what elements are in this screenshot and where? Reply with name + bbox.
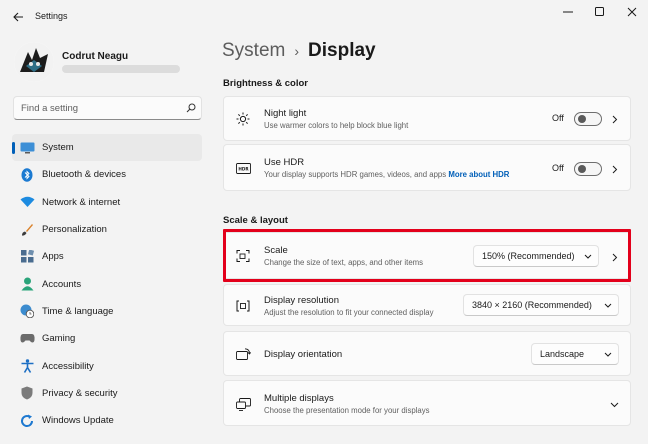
hdr-state: Off — [552, 163, 564, 173]
resolution-icon — [235, 298, 251, 314]
breadcrumb: System › Display — [222, 40, 376, 62]
sidebar-item-apps[interactable]: Apps — [12, 243, 202, 270]
chevron-down-icon — [598, 303, 618, 308]
chevron-down-icon — [598, 352, 618, 357]
sidebar-item-time-language[interactable]: Time & language — [12, 298, 202, 325]
sidebar-item-label: Bluetooth & devices — [42, 169, 126, 181]
chevron-right-icon[interactable] — [610, 164, 620, 174]
globe-clock-icon — [19, 303, 35, 319]
system-icon — [19, 140, 35, 156]
window-controls — [552, 0, 648, 24]
orientation-title: Display orientation — [264, 349, 343, 360]
hdr-row[interactable]: HDR Use HDR Your display supports HDR ga… — [223, 144, 631, 191]
orientation-dropdown[interactable]: Landscape — [531, 343, 619, 365]
title-bar: Settings — [0, 0, 648, 34]
search-icon[interactable] — [181, 103, 201, 113]
apps-icon — [19, 249, 35, 265]
display-orientation-row[interactable]: Display orientation Landscape — [223, 331, 631, 376]
orientation-icon — [235, 346, 251, 362]
multiple-displays-desc: Choose the presentation mode for your di… — [264, 406, 430, 415]
sidebar-item-network[interactable]: Network & internet — [12, 189, 202, 216]
bluetooth-icon — [19, 167, 35, 183]
search-box[interactable]: Find a setting — [13, 96, 202, 120]
breadcrumb-parent[interactable]: System — [222, 40, 285, 62]
svg-text:HDR: HDR — [238, 166, 249, 171]
highlight-box — [223, 229, 631, 282]
sidebar-item-label: Accessibility — [42, 360, 94, 372]
app-title: Settings — [35, 11, 68, 21]
sidebar-item-label: Time & language — [42, 305, 114, 317]
accessibility-icon — [19, 358, 35, 374]
night-light-desc: Use warmer colors to help block blue lig… — [264, 121, 409, 130]
sidebar-item-privacy[interactable]: Privacy & security — [12, 380, 202, 407]
night-light-state: Off — [552, 113, 564, 123]
sidebar-item-label: Gaming — [42, 333, 76, 345]
sidebar-item-label: Windows Update — [42, 415, 114, 427]
back-arrow-icon — [12, 12, 23, 22]
sidebar-item-windows-update[interactable]: Windows Update — [12, 407, 202, 434]
sidebar-item-bluetooth[interactable]: Bluetooth & devices — [12, 161, 202, 188]
user-email-redacted — [62, 65, 180, 73]
shield-icon — [19, 385, 35, 401]
page-title: Display — [308, 40, 376, 61]
maximize-button[interactable] — [584, 0, 616, 24]
close-icon — [627, 7, 637, 17]
hdr-icon: HDR — [235, 160, 251, 176]
multiple-displays-icon — [235, 396, 251, 412]
sidebar-item-gaming[interactable]: Gaming — [12, 325, 202, 352]
sidebar-item-label: Accounts — [42, 278, 82, 290]
resolution-value: 3840 × 2160 (Recommended) — [472, 300, 592, 310]
multiple-displays-row[interactable]: Multiple displays Choose the presentatio… — [223, 380, 631, 426]
minimize-icon — [563, 11, 573, 13]
sidebar-item-personalization[interactable]: Personalization — [12, 216, 202, 243]
sidebar-item-accounts[interactable]: Accounts — [12, 270, 202, 297]
multiple-displays-title: Multiple displays — [264, 393, 334, 404]
accounts-icon — [19, 276, 35, 292]
hdr-desc: Your display supports HDR games, videos,… — [264, 170, 447, 179]
sidebar-item-label: Network & internet — [42, 196, 121, 208]
breadcrumb-separator: › — [294, 43, 300, 59]
sidebar-item-system[interactable]: System — [12, 134, 202, 162]
user-name: Codrut Neagu — [62, 51, 129, 62]
section-title-brightness: Brightness & color — [223, 78, 308, 89]
sidebar-item-label: Privacy & security — [42, 387, 118, 399]
sidebar-item-label: Apps — [42, 251, 64, 263]
hdr-desc-row: Your display supports HDR games, videos,… — [264, 170, 509, 179]
brush-icon — [19, 222, 35, 238]
chevron-down-icon[interactable] — [608, 400, 620, 410]
resolution-dropdown[interactable]: 3840 × 2160 (Recommended) — [463, 294, 619, 316]
update-icon — [19, 413, 35, 429]
night-light-row[interactable]: Night light Use warmer colors to help bl… — [223, 96, 631, 141]
sidebar-item-label: System — [42, 142, 74, 154]
display-resolution-row[interactable]: Display resolution Adjust the resolution… — [223, 284, 631, 326]
minimize-button[interactable] — [552, 0, 584, 24]
section-title-scale-layout: Scale & layout — [223, 215, 288, 226]
sidebar-nav: System Bluetooth & devices Network & int… — [12, 134, 202, 434]
gamepad-icon — [19, 331, 35, 347]
night-light-toggle[interactable] — [574, 112, 602, 126]
user-profile[interactable]: Codrut Neagu — [14, 42, 204, 82]
resolution-desc: Adjust the resolution to fit your connec… — [264, 308, 434, 317]
avatar — [14, 42, 54, 82]
back-button[interactable] — [10, 9, 26, 25]
sidebar-item-accessibility[interactable]: Accessibility — [12, 352, 202, 379]
night-light-title: Night light — [264, 108, 307, 119]
more-about-hdr-link[interactable]: More about HDR — [448, 170, 509, 179]
sun-icon — [235, 111, 251, 127]
wifi-icon — [19, 194, 35, 210]
sidebar-item-label: Personalization — [42, 224, 107, 236]
hdr-toggle[interactable] — [574, 162, 602, 176]
orientation-value: Landscape — [540, 349, 585, 359]
hdr-title: Use HDR — [264, 157, 305, 168]
maximize-icon — [595, 7, 604, 16]
chevron-right-icon[interactable] — [610, 114, 620, 124]
close-button[interactable] — [616, 0, 648, 24]
search-input[interactable]: Find a setting — [21, 103, 181, 114]
resolution-title: Display resolution — [264, 295, 339, 306]
